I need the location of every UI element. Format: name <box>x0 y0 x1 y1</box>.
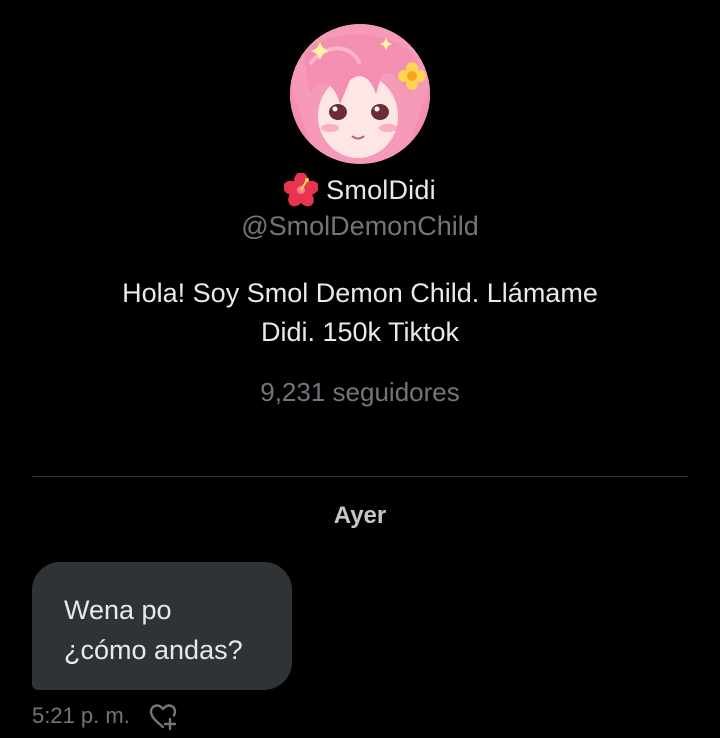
display-name: SmolDidi <box>326 174 436 205</box>
hibiscus-icon <box>283 172 320 207</box>
message-meta: 5:21 p. m. <box>32 700 178 732</box>
add-reaction-heart-icon[interactable] <box>148 701 178 731</box>
message-text-line: ¿cómo andas? <box>64 635 243 665</box>
message-bubble[interactable]: Wena po ¿cómo andas? <box>32 562 292 690</box>
profile-bio: Hola! Soy Smol Demon Child. Llámame Didi… <box>60 274 660 352</box>
user-handle: @SmolDemonChild <box>241 211 479 241</box>
display-name-row: SmolDidi <box>0 171 720 209</box>
avatar[interactable] <box>290 24 430 164</box>
followers-count[interactable]: 9,231 seguidores <box>0 377 720 408</box>
message-text-line: Wena po <box>64 595 172 625</box>
bio-line: Hola! Soy Smol Demon Child. Llámame <box>122 278 598 308</box>
message-timestamp: 5:21 p. m. <box>32 703 130 728</box>
bio-line: Didi. 150k Tiktok <box>260 317 460 347</box>
date-separator: Ayer <box>333 502 387 529</box>
divider <box>32 476 688 477</box>
